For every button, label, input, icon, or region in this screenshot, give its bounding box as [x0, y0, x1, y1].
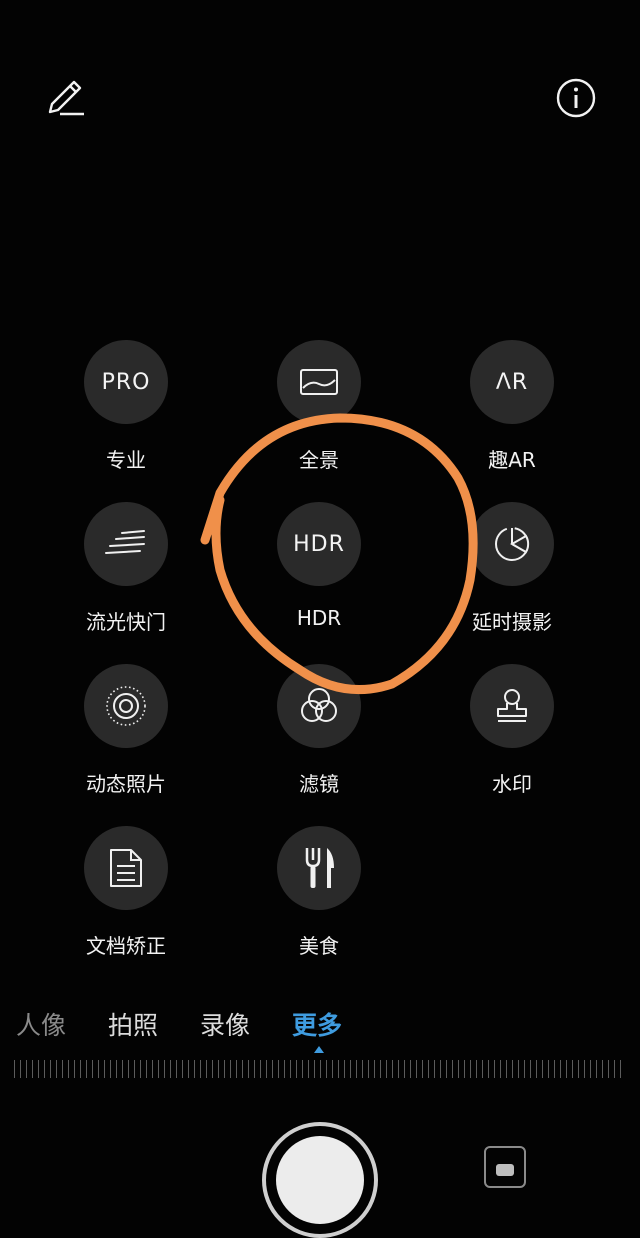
mode-watermark[interactable]: 水印 — [452, 664, 572, 804]
mode-label-moving-picture: 动态照片 — [86, 772, 166, 796]
mode-label-watermark: 水印 — [492, 772, 532, 796]
mode-label-hdr: HDR — [296, 606, 342, 630]
document-button[interactable] — [84, 826, 168, 910]
ar-button[interactable]: ΛR — [470, 340, 554, 424]
mode-label-ar: 趣AR — [488, 448, 536, 472]
camera-switch-icon — [496, 1164, 514, 1176]
shutter-inner — [276, 1136, 364, 1224]
food-button[interactable] — [277, 826, 361, 910]
mode-light-painting[interactable]: 流光快门 — [66, 502, 186, 642]
mode-scroll-ruler[interactable] — [14, 1060, 626, 1078]
panorama-button[interactable] — [277, 340, 361, 424]
mode-label-document: 文档矫正 — [86, 934, 166, 958]
light-painting-button[interactable] — [84, 502, 168, 586]
filter-button[interactable] — [277, 664, 361, 748]
time-lapse-icon — [495, 527, 530, 561]
mode-food[interactable]: 美食 — [259, 826, 379, 966]
mode-label-pro: 专业 — [106, 448, 146, 472]
filter-icon — [301, 688, 337, 722]
mode-panorama[interactable]: 全景 — [259, 340, 379, 480]
mode-pro[interactable]: PRO 专业 — [66, 340, 186, 480]
switch-camera-button[interactable] — [484, 1146, 526, 1188]
mode-moving-picture[interactable]: 动态照片 — [66, 664, 186, 804]
mode-label-light-painting: 流光快门 — [86, 610, 166, 634]
pro-icon: PRO — [101, 369, 151, 395]
stamp-icon — [497, 689, 527, 722]
mode-label-time-lapse: 延时摄影 — [472, 610, 552, 634]
mode-hdr[interactable]: HDR HDR — [259, 502, 379, 642]
info-icon — [556, 78, 596, 118]
tab-video[interactable]: 录像 — [200, 1006, 250, 1042]
mode-label-filter: 滤镜 — [299, 772, 339, 796]
live-photo-icon — [106, 686, 146, 726]
info-button[interactable] — [554, 76, 598, 120]
mode-filter[interactable]: 滤镜 — [259, 664, 379, 804]
tab-more[interactable]: 更多 — [292, 1006, 342, 1042]
pencil-icon — [48, 80, 84, 116]
tab-photo[interactable]: 拍照 — [108, 1006, 158, 1042]
ar-icon: ΛR — [495, 369, 529, 395]
mode-label-food: 美食 — [299, 934, 339, 958]
mode-label-panorama: 全景 — [299, 448, 339, 472]
fork-knife-icon — [305, 848, 334, 888]
watermark-button[interactable] — [470, 664, 554, 748]
mode-document[interactable]: 文档矫正 — [66, 826, 186, 966]
mode-ar[interactable]: ΛR 趣AR — [452, 340, 572, 480]
mode-tabs: 人像 拍照 录像 更多 — [0, 1006, 640, 1050]
document-icon — [110, 849, 142, 887]
moving-picture-button[interactable] — [84, 664, 168, 748]
edit-button[interactable] — [44, 76, 88, 120]
hdr-button[interactable]: HDR — [277, 502, 361, 586]
pro-button[interactable]: PRO — [84, 340, 168, 424]
panorama-icon — [300, 369, 338, 395]
light-streaks-icon — [105, 530, 145, 554]
hdr-icon: HDR — [293, 531, 345, 557]
shutter-button[interactable] — [262, 1122, 378, 1238]
mode-time-lapse[interactable]: 延时摄影 — [452, 502, 572, 642]
time-lapse-button[interactable] — [470, 502, 554, 586]
tab-portrait[interactable]: 人像 — [16, 1006, 66, 1042]
active-tab-indicator — [314, 1046, 324, 1053]
